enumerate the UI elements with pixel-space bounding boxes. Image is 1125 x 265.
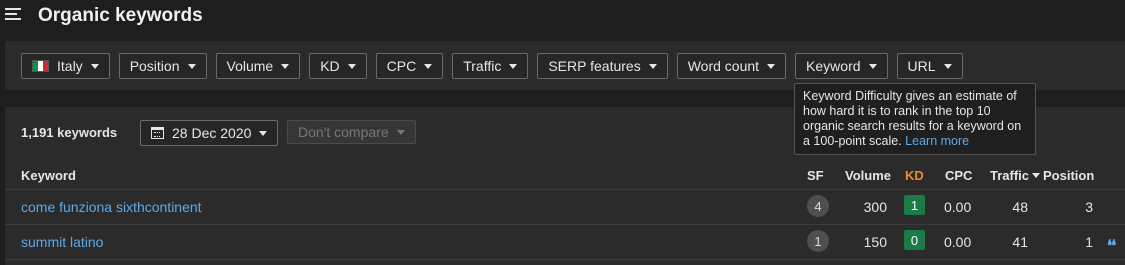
column-header-traffic[interactable]: Traffic [990, 168, 1041, 183]
chevron-down-icon [396, 129, 405, 135]
position-value: 3 [1085, 199, 1093, 215]
table-header: Keyword SF Volume KD CPC Traffic Positio… [5, 159, 1125, 190]
chevron-down-icon [868, 63, 877, 69]
hamburger-menu-icon[interactable] [5, 8, 21, 21]
page-title: Organic keywords [38, 5, 203, 26]
calendar-icon [151, 127, 164, 139]
country-filter-label: Italy [57, 58, 83, 74]
date-label: 28 Dec 2020 [172, 125, 252, 141]
sort-desc-icon [1032, 173, 1041, 178]
cpc-filter-button[interactable]: CPC [375, 53, 444, 79]
traffic-value: 41 [1012, 234, 1028, 250]
column-header-sf[interactable]: SF [807, 168, 824, 183]
chevron-down-icon [281, 63, 290, 69]
sf-count-badge[interactable]: 1 [807, 230, 829, 252]
kd-badge: 0 [904, 230, 925, 250]
featured-snippet-quote-icon[interactable]: ❛❛ [1107, 236, 1116, 256]
column-header-cpc[interactable]: CPC [945, 168, 972, 183]
column-header-traffic-label: Traffic [990, 168, 1030, 183]
traffic-filter-button[interactable]: Traffic [452, 53, 529, 79]
keyword-link[interactable]: summit latino [21, 234, 103, 250]
chevron-down-icon [347, 63, 356, 69]
position-filter-label: Position [129, 58, 180, 74]
column-header-kd[interactable]: KD [905, 168, 924, 183]
chevron-down-icon [90, 63, 99, 69]
keyword-filter-label: Keyword [806, 58, 861, 74]
chevron-down-icon [509, 63, 518, 69]
kd-filter-label: KD [320, 58, 340, 74]
sf-count-badge[interactable]: 4 [807, 195, 829, 217]
italy-flag-icon [32, 60, 49, 72]
column-header-keyword[interactable]: Keyword [21, 168, 76, 183]
date-picker-button[interactable]: 28 Dec 2020 [140, 120, 279, 146]
kd-tooltip: Keyword Difficulty gives an estimate of … [794, 83, 1036, 155]
url-filter-label: URL [907, 58, 936, 74]
compare-label: Don't compare [298, 124, 389, 140]
table-row: come funziona sixthcontinent 4 300 1 0.0… [5, 190, 1125, 225]
serp-features-filter-button[interactable]: SERP features [537, 53, 668, 79]
word-count-filter-button[interactable]: Word count [676, 53, 787, 79]
volume-filter-button[interactable]: Volume [215, 53, 301, 79]
chevron-down-icon [943, 63, 952, 69]
volume-filter-label: Volume [226, 58, 274, 74]
learn-more-link[interactable]: Learn more [905, 134, 969, 148]
column-header-volume[interactable]: Volume [845, 168, 891, 183]
chevron-down-icon [424, 63, 433, 69]
cpc-value: 0.00 [944, 234, 972, 250]
keyword-link[interactable]: come funziona sixthcontinent [21, 199, 202, 215]
volume-value: 300 [863, 199, 887, 215]
word-count-filter-label: Word count [687, 58, 760, 74]
kd-badge: 1 [904, 195, 925, 215]
cpc-filter-label: CPC [386, 58, 417, 74]
volume-value: 150 [863, 234, 887, 250]
position-value: 1 [1085, 234, 1093, 250]
position-filter-button[interactable]: Position [118, 53, 207, 79]
serp-features-filter-label: SERP features [548, 58, 641, 74]
traffic-value: 48 [1012, 199, 1028, 215]
chevron-down-icon [648, 63, 657, 69]
cpc-value: 0.00 [944, 199, 972, 215]
kd-filter-button[interactable]: KD [309, 53, 367, 79]
column-header-position[interactable]: Position [1043, 168, 1094, 183]
chevron-down-icon [187, 63, 196, 69]
top-bar: Organic keywords [0, 0, 1125, 34]
traffic-filter-label: Traffic [463, 58, 502, 74]
chevron-down-icon [767, 63, 776, 69]
country-filter-button[interactable]: Italy [21, 53, 110, 79]
filter-bar: Italy Position Volume KD CPC Traffic SER… [21, 53, 963, 79]
compare-button: Don't compare [287, 120, 416, 144]
keyword-filter-button[interactable]: Keyword [795, 53, 888, 79]
chevron-down-icon [259, 130, 268, 136]
table-row: summit latino 1 150 0 0.00 41 1 ❛❛ [5, 225, 1125, 260]
keyword-count: 1,191 keywords [21, 125, 118, 140]
url-filter-button[interactable]: URL [896, 53, 963, 79]
